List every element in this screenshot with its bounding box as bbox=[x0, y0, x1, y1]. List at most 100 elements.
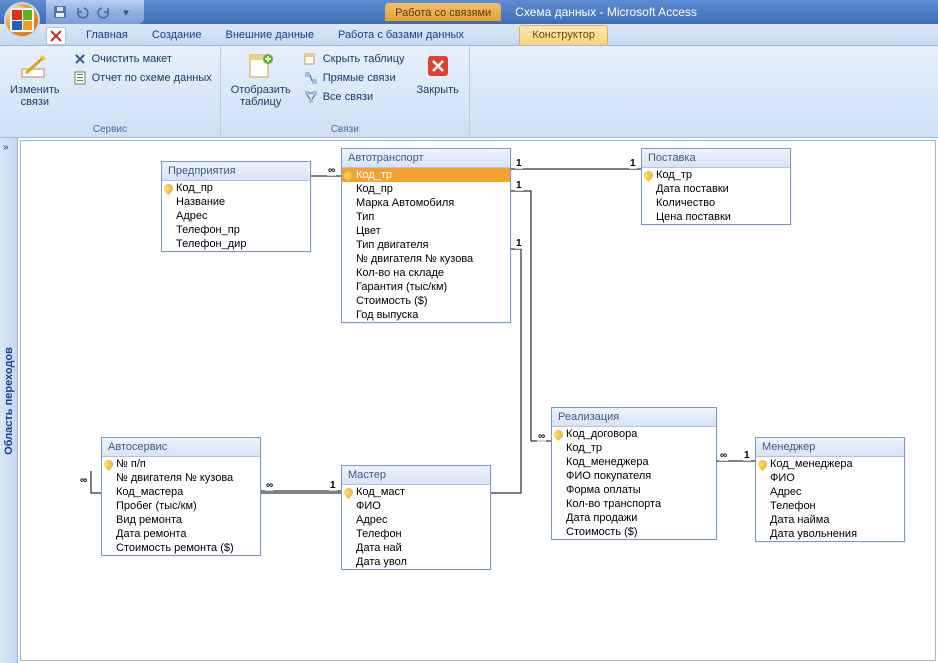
table-field[interactable]: Кол-во на складе bbox=[342, 266, 510, 280]
quick-access-toolbar: ▾ bbox=[46, 0, 144, 24]
table-field[interactable]: Название bbox=[162, 195, 310, 209]
table-field[interactable]: № двигателя № кузова bbox=[102, 471, 260, 485]
edit-relationships-icon bbox=[19, 50, 51, 82]
redo-icon[interactable] bbox=[96, 4, 112, 20]
table-predpriyatiya[interactable]: Предприятия Код_прНазваниеАдресТелефон_п… bbox=[161, 161, 311, 252]
table-field[interactable]: Стоимость ремонта ($) bbox=[102, 541, 260, 555]
table-field[interactable]: Количество bbox=[642, 196, 790, 210]
table-field[interactable]: Код_тр bbox=[642, 168, 790, 182]
table-field[interactable]: Стоимость ($) bbox=[552, 525, 716, 539]
table-postavka[interactable]: Поставка Код_трДата поставкиКоличествоЦе… bbox=[641, 148, 791, 225]
table-field[interactable]: Дата ремонта bbox=[102, 527, 260, 541]
table-field[interactable]: Код_пр bbox=[342, 182, 510, 196]
table-field[interactable]: Вид ремонта bbox=[102, 513, 260, 527]
table-avtotransport[interactable]: Автотранспорт Код_трКод_прМарка Автомоби… bbox=[341, 148, 511, 323]
table-field[interactable]: Тип bbox=[342, 210, 510, 224]
tab-database-tools[interactable]: Работа с базами данных bbox=[326, 26, 476, 45]
hide-table-button[interactable]: Скрыть таблицу bbox=[299, 50, 409, 68]
table-field[interactable]: Год выпуска bbox=[342, 308, 510, 322]
show-table-label: Отобразить таблицу bbox=[231, 84, 291, 108]
undo-icon[interactable] bbox=[74, 4, 90, 20]
table-field[interactable]: Дата увольнения bbox=[756, 527, 904, 541]
relationships-canvas[interactable]: 1 ∞ 1 1 1 ∞ 1 ∞ ∞ 1 ∞ 1 Предприятия Код_… bbox=[20, 140, 936, 661]
table-field[interactable]: Телефон bbox=[342, 527, 490, 541]
qat-dropdown-icon[interactable]: ▾ bbox=[118, 4, 134, 20]
table-master[interactable]: Мастер Код_мастФИОАдресТелефонДата найДа… bbox=[341, 465, 491, 570]
save-icon[interactable] bbox=[52, 4, 68, 20]
office-logo-icon bbox=[10, 8, 34, 32]
table-field[interactable]: Телефон_пр bbox=[162, 223, 310, 237]
table-field[interactable]: Дата най bbox=[342, 541, 490, 555]
table-field[interactable]: Код_договора bbox=[552, 427, 716, 441]
table-field[interactable]: Код_пр bbox=[162, 181, 310, 195]
table-field[interactable]: Форма оплаты bbox=[552, 483, 716, 497]
table-field[interactable]: ФИО покупателя bbox=[552, 469, 716, 483]
table-title: Автосервис bbox=[102, 438, 260, 457]
navigation-pane-collapsed[interactable]: » Область переходов bbox=[0, 138, 18, 663]
edit-relationships-button[interactable]: Изменить связи bbox=[4, 48, 66, 110]
table-field[interactable]: № двигателя № кузова bbox=[342, 252, 510, 266]
table-realizatsiya[interactable]: Реализация Код_договораКод_трКод_менедже… bbox=[551, 407, 717, 540]
table-field[interactable]: Дата продажи bbox=[552, 511, 716, 525]
table-field[interactable]: Код_маст bbox=[342, 485, 490, 499]
table-field[interactable]: Цвет bbox=[342, 224, 510, 238]
table-field[interactable]: Телефон_дир bbox=[162, 237, 310, 251]
close-icon bbox=[422, 50, 454, 82]
cardinality-many: ∞ bbox=[327, 165, 336, 176]
app-mode-icon[interactable] bbox=[46, 27, 66, 45]
tab-home[interactable]: Главная bbox=[74, 26, 140, 45]
edit-relationships-label: Изменить связи bbox=[10, 84, 60, 108]
clear-layout-icon bbox=[72, 51, 88, 67]
table-field[interactable]: Код_мастера bbox=[102, 485, 260, 499]
close-label: Закрыть bbox=[417, 84, 459, 96]
tab-create[interactable]: Создание bbox=[140, 26, 214, 45]
table-field[interactable]: ФИО bbox=[756, 471, 904, 485]
table-field[interactable]: Дата найма bbox=[756, 513, 904, 527]
contextual-tab-group: Работа со связями bbox=[385, 3, 501, 21]
navigation-pane-label: Область переходов bbox=[3, 347, 15, 455]
table-field[interactable]: Пробег (тыс/км) bbox=[102, 499, 260, 513]
table-field[interactable]: Марка Автомобиля bbox=[342, 196, 510, 210]
clear-layout-button[interactable]: Очистить макет bbox=[68, 50, 216, 68]
show-table-icon bbox=[245, 50, 277, 82]
table-menedzher[interactable]: Менеджер Код_менеджераФИОАдресТелефонДат… bbox=[755, 437, 905, 542]
table-title: Менеджер bbox=[756, 438, 904, 457]
table-field[interactable]: Цена поставки bbox=[642, 210, 790, 224]
table-field[interactable]: Стоимость ($) bbox=[342, 294, 510, 308]
table-field[interactable]: Адрес bbox=[162, 209, 310, 223]
table-title: Автотранспорт bbox=[342, 149, 510, 168]
direct-relationships-label: Прямые связи bbox=[323, 72, 396, 84]
hide-table-icon bbox=[303, 51, 319, 67]
table-field[interactable]: Кол-во транспорта bbox=[552, 497, 716, 511]
table-field[interactable]: Адрес bbox=[342, 513, 490, 527]
table-field[interactable]: Гарантия (тыс/км) bbox=[342, 280, 510, 294]
ribbon-group-relationships-label: Связи bbox=[225, 123, 465, 137]
all-relationships-icon bbox=[303, 89, 319, 105]
cardinality-one: 1 bbox=[515, 158, 523, 169]
table-field[interactable]: Код_тр bbox=[552, 441, 716, 455]
table-field[interactable]: Код_менеджера bbox=[552, 455, 716, 469]
office-button[interactable] bbox=[4, 2, 40, 38]
table-field[interactable]: Дата поставки bbox=[642, 182, 790, 196]
tab-design[interactable]: Конструктор bbox=[519, 25, 608, 45]
show-table-button[interactable]: Отобразить таблицу bbox=[225, 48, 297, 110]
table-field[interactable]: Телефон bbox=[756, 499, 904, 513]
table-avtoservice[interactable]: Автосервис № п/п№ двигателя № кузоваКод_… bbox=[101, 437, 261, 556]
relationship-report-button[interactable]: Отчет по схеме данных bbox=[68, 69, 216, 87]
table-field[interactable]: Адрес bbox=[756, 485, 904, 499]
table-field[interactable]: ФИО bbox=[342, 499, 490, 513]
direct-relationships-button[interactable]: Прямые связи bbox=[299, 69, 409, 87]
cardinality-one: 1 bbox=[743, 450, 751, 461]
all-relationships-button[interactable]: Все связи bbox=[299, 88, 409, 106]
window-title: Схема данных - Microsoft Access bbox=[515, 5, 697, 19]
table-field[interactable]: Дата увол bbox=[342, 555, 490, 569]
tab-external-data[interactable]: Внешние данные bbox=[214, 26, 326, 45]
table-title: Предприятия bbox=[162, 162, 310, 181]
workspace: » Область переходов 1 ∞ 1 1 1 ∞ 1 ∞ ∞ 1 … bbox=[0, 138, 938, 663]
close-button[interactable]: Закрыть bbox=[411, 48, 465, 98]
table-field[interactable]: Тип двигателя bbox=[342, 238, 510, 252]
table-field[interactable]: Код_тр bbox=[342, 168, 510, 182]
cardinality-one: 1 bbox=[629, 158, 637, 169]
table-field[interactable]: № п/п bbox=[102, 457, 260, 471]
table-field[interactable]: Код_менеджера bbox=[756, 457, 904, 471]
